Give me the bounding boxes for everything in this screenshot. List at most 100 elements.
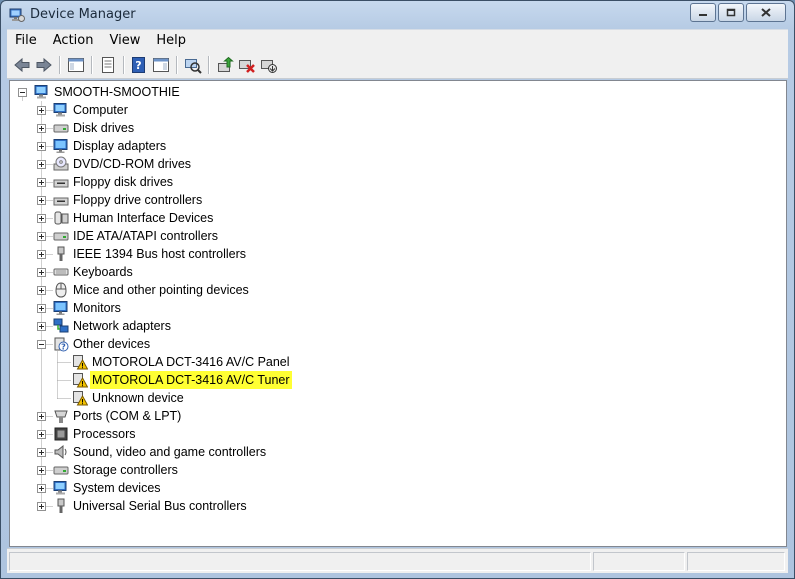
category-dvd-cd-rom-drives[interactable]: DVD/CD-ROM drives [10, 155, 786, 173]
tree-node-label: Computer [73, 103, 128, 117]
category-monitors[interactable]: Monitors [10, 299, 786, 317]
category-floppy-drive-controllers[interactable]: Floppy drive controllers [10, 191, 786, 209]
tree-node-label: Other devices [73, 337, 151, 351]
expand-toggle[interactable] [37, 412, 46, 421]
category-mice-and-other-pointing-devices[interactable]: Mice and other pointing devices [10, 281, 786, 299]
title-bar[interactable]: Device Manager [1, 1, 794, 29]
toolbar-separator [208, 56, 210, 74]
scan-hardware-changes-icon[interactable] [184, 56, 202, 74]
category-network-adapters[interactable]: Network adapters [10, 317, 786, 335]
category-computer[interactable]: Computer [10, 101, 786, 119]
storage-controller-icon [53, 466, 69, 475]
svg-text:?: ? [135, 59, 141, 72]
tree-node-label: Floppy drive controllers [73, 193, 203, 207]
disk-drive-icon [53, 124, 69, 133]
properties-icon[interactable] [99, 56, 117, 74]
expand-toggle[interactable] [37, 484, 46, 493]
back-arrow-icon[interactable] [13, 56, 31, 74]
tree-node-label: Universal Serial Bus controllers [73, 499, 247, 513]
category-universal-serial-bus-controllers[interactable]: Universal Serial Bus controllers [10, 497, 786, 515]
maximize-button[interactable] [718, 3, 744, 22]
sound-icon [54, 444, 67, 460]
expand-toggle[interactable] [37, 124, 46, 133]
category-processors[interactable]: Processors [10, 425, 786, 443]
tree-root-computer[interactable]: SMOOTH-SMOOTHIE [10, 83, 786, 101]
menu-file[interactable]: File [7, 30, 45, 52]
status-pane-secondary [593, 552, 685, 571]
expand-toggle[interactable] [37, 250, 46, 259]
minimize-icon [699, 13, 707, 16]
warning-device-icon [73, 391, 88, 406]
expand-toggle[interactable] [37, 502, 46, 511]
mouse-icon [55, 282, 67, 298]
category-human-interface-devices[interactable]: Human Interface Devices [10, 209, 786, 227]
expand-toggle[interactable] [37, 286, 46, 295]
category-ieee-1394-bus-host-controllers[interactable]: IEEE 1394 Bus host controllers [10, 245, 786, 263]
tree-node-label: DVD/CD-ROM drives [73, 157, 192, 171]
ports-icon [54, 410, 68, 423]
expand-toggle[interactable] [37, 178, 46, 187]
collapse-toggle[interactable] [18, 88, 27, 97]
expand-toggle[interactable] [37, 196, 46, 205]
collapse-toggle[interactable] [37, 340, 46, 349]
status-pane-tertiary [687, 552, 785, 571]
expand-toggle[interactable] [37, 214, 46, 223]
minimize-button[interactable] [690, 3, 716, 22]
device-manager-window: Device Manager File Action View Help ? S… [0, 0, 795, 579]
expand-toggle[interactable] [37, 322, 46, 331]
tree-node-label: Ports (COM & LPT) [73, 409, 182, 423]
expand-toggle[interactable] [37, 160, 46, 169]
tree-node-label: Mice and other pointing devices [73, 283, 249, 297]
status-bar [7, 548, 788, 573]
processor-icon [54, 427, 68, 441]
update-driver-icon[interactable] [216, 56, 234, 74]
tree-node-label: Display adapters [73, 139, 167, 153]
action-pane-icon[interactable] [152, 56, 170, 74]
toolbar-separator [176, 56, 178, 74]
device-motorola-dct-3416-av-c-panel[interactable]: MOTOROLA DCT-3416 AV/C Panel [10, 353, 786, 371]
menu-bar: File Action View Help [7, 29, 788, 52]
category-ide-ata-atapi-controllers[interactable]: IDE ATA/ATAPI controllers [10, 227, 786, 245]
tree-node-label: Keyboards [73, 265, 133, 279]
expand-toggle[interactable] [37, 466, 46, 475]
category-storage-controllers[interactable]: Storage controllers [10, 461, 786, 479]
expand-toggle[interactable] [37, 106, 46, 115]
close-button[interactable] [746, 3, 786, 22]
tree-node-label: Storage controllers [73, 463, 178, 477]
display-adapter-icon [53, 139, 68, 153]
category-sound-video-and-game-controllers[interactable]: Sound, video and game controllers [10, 443, 786, 461]
expand-toggle[interactable] [37, 448, 46, 457]
monitor-icon [53, 301, 68, 315]
menu-help[interactable]: Help [148, 30, 194, 52]
menu-action[interactable]: Action [45, 30, 102, 52]
category-keyboards[interactable]: Keyboards [10, 263, 786, 281]
tree-node-label: Processors [73, 427, 136, 441]
category-floppy-disk-drives[interactable]: Floppy disk drives [10, 173, 786, 191]
expand-toggle[interactable] [37, 268, 46, 277]
expand-toggle[interactable] [37, 304, 46, 313]
expand-toggle[interactable] [37, 142, 46, 151]
category-system-devices[interactable]: System devices [10, 479, 786, 497]
show-hide-console-tree-icon[interactable] [67, 56, 85, 74]
category-other-devices[interactable]: ? Other devices [10, 335, 786, 353]
device-tree-panel[interactable]: SMOOTH-SMOOTHIE Computer Disk drives Displa… [9, 80, 787, 547]
floppy-drive-icon [53, 179, 69, 188]
tree-node-label: IDE ATA/ATAPI controllers [73, 229, 218, 243]
device-unknown-device[interactable]: Unknown device [10, 389, 786, 407]
expand-toggle[interactable] [37, 430, 46, 439]
device-motorola-dct-3416-av-c-tuner[interactable]: MOTOROLA DCT-3416 AV/C Tuner [10, 371, 786, 389]
forward-arrow-icon[interactable] [35, 56, 53, 74]
disable-device-icon[interactable] [260, 56, 278, 74]
ieee1394-icon [57, 246, 65, 261]
tree-node-label: IEEE 1394 Bus host controllers [73, 247, 247, 261]
category-disk-drives[interactable]: Disk drives [10, 119, 786, 137]
category-display-adapters[interactable]: Display adapters [10, 137, 786, 155]
toolbar-separator [59, 56, 61, 74]
uninstall-device-icon[interactable] [238, 56, 256, 74]
menu-view[interactable]: View [101, 30, 148, 52]
category-ports-com-lpt[interactable]: Ports (COM & LPT) [10, 407, 786, 425]
system-devices-icon [53, 481, 67, 495]
expand-toggle[interactable] [37, 232, 46, 241]
usb-icon [57, 498, 65, 513]
help-icon[interactable]: ? [130, 56, 148, 74]
